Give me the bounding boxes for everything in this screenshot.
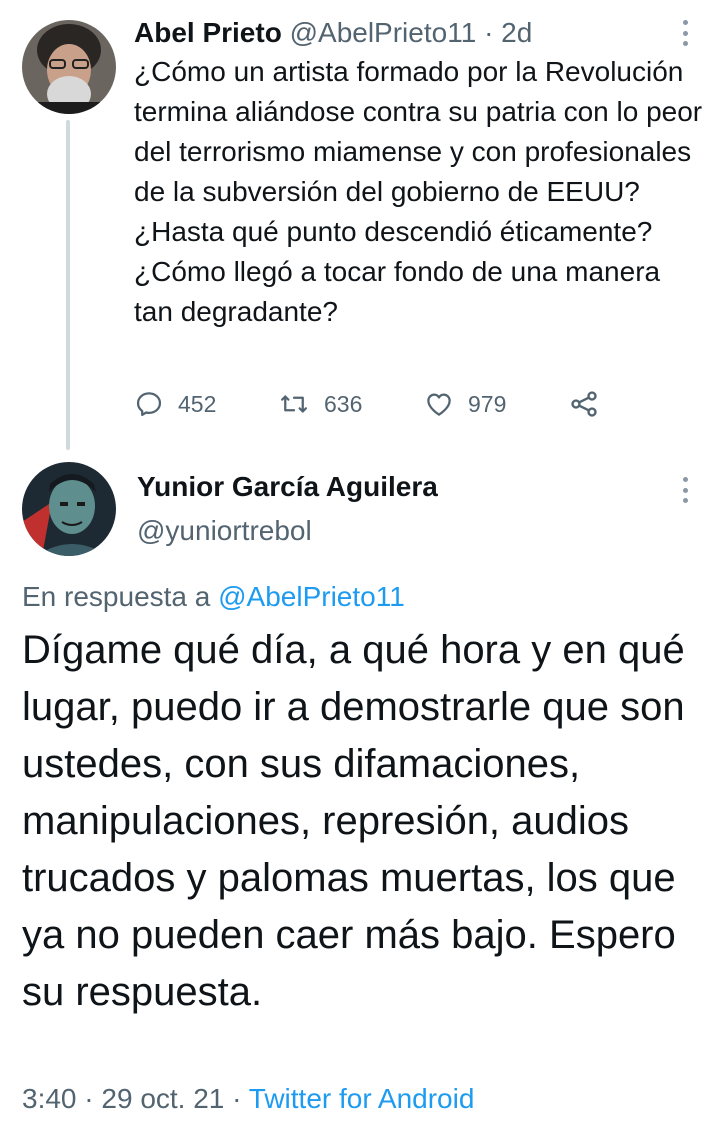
more-options-icon[interactable] — [678, 477, 692, 503]
reply-icon — [136, 392, 162, 416]
reply-context: En respuesta a @AbelPrieto11 — [22, 579, 405, 615]
main-tweet-text: Dígame qué día, a qué hora y en qué luga… — [22, 628, 685, 1014]
tweet-metadata: 3:40 · 29 oct. 21 · Twitter for Android — [22, 1083, 475, 1114]
parent-tweet-time[interactable]: 2d — [501, 17, 532, 48]
avatar-abel-prieto[interactable] — [22, 20, 116, 114]
like-icon — [427, 393, 451, 416]
like-count: 979 — [468, 390, 507, 417]
avatar-yunior-garcia[interactable] — [22, 462, 116, 556]
reply-button[interactable]: 452 — [134, 384, 216, 424]
reply-count: 452 — [178, 390, 217, 417]
share-button[interactable] — [568, 384, 600, 424]
thread-connector-line — [66, 120, 70, 450]
parent-tweet-header: Abel Prieto @AbelPrieto11 · 2d — [134, 16, 532, 50]
header-separator: · — [484, 17, 494, 48]
parent-tweet-text: ¿Cómo un artista formado por la Revoluci… — [134, 56, 703, 327]
tweet-source-link[interactable]: Twitter for Android — [249, 1083, 475, 1114]
like-button[interactable]: 979 — [424, 384, 506, 424]
tweet-actions-bar: 452 636 979 — [134, 384, 654, 424]
main-author-name[interactable]: Yunior García Aguilera — [137, 470, 438, 504]
tweet-date[interactable]: 29 oct. 21 — [101, 1083, 224, 1114]
tweet-time[interactable]: 3:40 — [22, 1083, 77, 1114]
share-icon — [571, 391, 597, 417]
parent-author-name[interactable]: Abel Prieto — [134, 17, 282, 48]
retweet-icon — [281, 395, 307, 413]
retweet-count: 636 — [324, 390, 363, 417]
retweet-button[interactable]: 636 — [278, 384, 362, 424]
reply-prefix: En respuesta a — [22, 581, 219, 612]
main-author-handle[interactable]: @yuniortrebol — [137, 514, 312, 548]
reply-to-handle-link[interactable]: @AbelPrieto11 — [218, 581, 405, 612]
more-options-icon[interactable] — [678, 20, 692, 46]
parent-author-handle[interactable]: @AbelPrieto11 — [290, 17, 477, 48]
